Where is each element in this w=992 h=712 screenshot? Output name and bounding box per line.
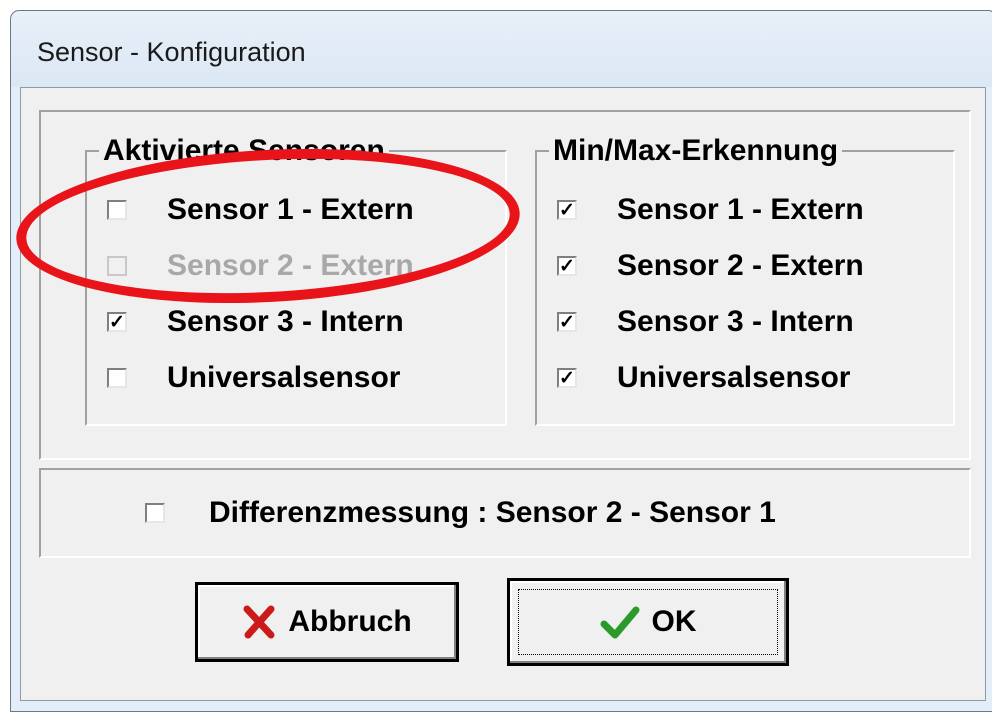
- title-bar[interactable]: Sensor - Konfiguration: [11, 11, 992, 87]
- minmax-universal-label[interactable]: Universalsensor: [617, 361, 850, 395]
- minmax-universal-row[interactable]: ✓ Universalsensor: [557, 358, 850, 398]
- focus-rectangle: [518, 589, 778, 655]
- dialog-client-area: Aktivierte Sensoren Sensor 1 - Extern Se…: [20, 87, 986, 701]
- activated-sensor-1-label[interactable]: Sensor 1 - Extern: [167, 193, 414, 227]
- x-icon: [242, 605, 276, 639]
- differential-row[interactable]: Differenzmessung : Sensor 2 - Sensor 1: [145, 493, 776, 533]
- activated-universal-checkbox[interactable]: [107, 368, 127, 388]
- activated-sensor-3-checkbox[interactable]: ✓: [107, 312, 127, 332]
- activated-universal-label[interactable]: Universalsensor: [167, 361, 400, 395]
- activated-sensor-1-row[interactable]: Sensor 1 - Extern: [107, 190, 414, 230]
- activated-sensor-3-row[interactable]: ✓ Sensor 3 - Intern: [107, 302, 404, 342]
- minmax-universal-checkbox[interactable]: ✓: [557, 368, 577, 388]
- minmax-sensor-2-checkbox[interactable]: ✓: [557, 256, 577, 276]
- activated-universal-row[interactable]: Universalsensor: [107, 358, 400, 398]
- cancel-button-label: Abbruch: [288, 605, 412, 638]
- differential-checkbox[interactable]: [145, 503, 165, 523]
- activated-sensor-3-label[interactable]: Sensor 3 - Intern: [167, 305, 404, 339]
- minmax-sensor-3-label[interactable]: Sensor 3 - Intern: [617, 305, 854, 339]
- dialog-window: Sensor - Konfiguration Aktivierte Sensor…: [10, 10, 992, 712]
- minmax-sensor-1-checkbox[interactable]: ✓: [557, 200, 577, 220]
- minmax-sensor-2-label[interactable]: Sensor 2 - Extern: [617, 249, 864, 283]
- differential-panel: Differenzmessung : Sensor 2 - Sensor 1: [39, 468, 971, 558]
- minmax-sensor-1-label[interactable]: Sensor 1 - Extern: [617, 193, 864, 227]
- activated-sensor-2-row: Sensor 2 - Extern: [107, 246, 414, 286]
- differential-label[interactable]: Differenzmessung : Sensor 2 - Sensor 1: [209, 496, 776, 530]
- activated-sensor-2-label: Sensor 2 - Extern: [167, 249, 414, 282]
- activated-sensor-2-checkbox: [107, 256, 127, 276]
- window-title: Sensor - Konfiguration: [37, 37, 306, 67]
- sensor-panel: Aktivierte Sensoren Sensor 1 - Extern Se…: [39, 110, 971, 460]
- minmax-sensor-3-checkbox[interactable]: ✓: [557, 312, 577, 332]
- minmax-sensor-3-row[interactable]: ✓ Sensor 3 - Intern: [557, 302, 854, 342]
- minmax-detection-group: Min/Max-Erkennung ✓ Sensor 1 - Extern ✓ …: [535, 134, 955, 426]
- minmax-sensor-2-row[interactable]: ✓ Sensor 2 - Extern: [557, 246, 864, 286]
- activated-sensors-title: Aktivierte Sensoren: [99, 134, 389, 168]
- cancel-button[interactable]: Abbruch: [195, 582, 459, 662]
- minmax-sensor-1-row[interactable]: ✓ Sensor 1 - Extern: [557, 190, 864, 230]
- activated-sensor-1-checkbox[interactable]: [107, 200, 127, 220]
- minmax-detection-title: Min/Max-Erkennung: [549, 134, 843, 168]
- ok-button[interactable]: OK: [507, 578, 789, 666]
- activated-sensors-group: Aktivierte Sensoren Sensor 1 - Extern Se…: [85, 134, 507, 426]
